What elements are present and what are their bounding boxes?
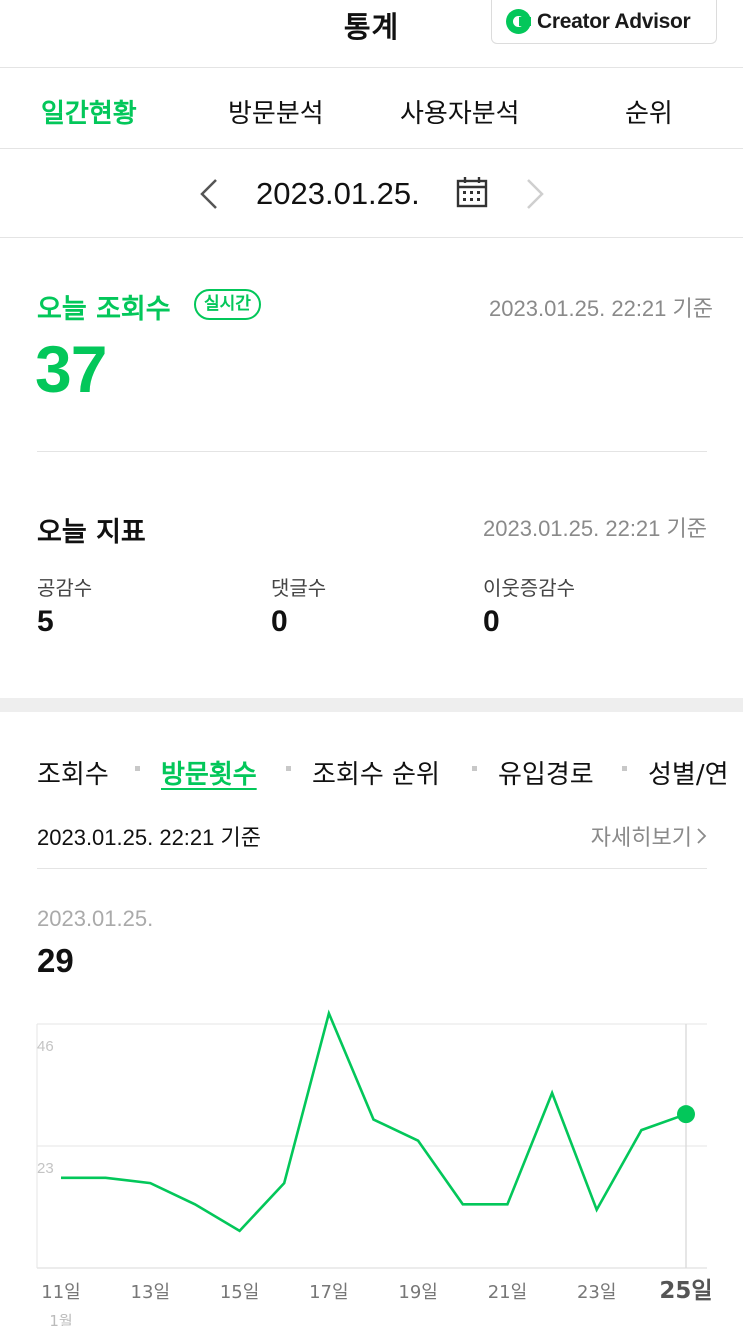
indicator-comments: 댓글수 0 <box>271 572 326 639</box>
x-tick-label: 15일 <box>220 1282 259 1303</box>
x-tick-label: 23일 <box>577 1282 616 1303</box>
today-views-label: 오늘 조회수 <box>37 294 171 325</box>
section-separator <box>0 698 743 712</box>
today-indicators-section: 오늘 지표 2023.01.25. 22:21 기준 공감수 5 댓글수 0 이… <box>0 452 743 698</box>
chart-tab-traffic-source[interactable]: 유입경로 <box>498 754 594 791</box>
tab-ranking[interactable]: 순위 <box>625 93 673 130</box>
month-label: 1월 <box>49 1312 72 1326</box>
tab-separator-dot <box>286 766 291 771</box>
chevron-right-icon <box>697 828 707 844</box>
visits-line-chart: 23 46 11일 13일 15일 17일 19일 21일 23일 25일 1월 <box>36 1009 713 1326</box>
chevron-left-icon[interactable] <box>196 176 224 212</box>
selected-value: 29 <box>37 942 74 979</box>
x-tick-label: 17일 <box>309 1282 348 1303</box>
indicator-label: 공감수 <box>37 576 93 600</box>
indicator-value: 0 <box>483 605 500 638</box>
today-views-timestamp: 2023.01.25. 22:21 기준 <box>489 296 713 321</box>
creator-advisor-button[interactable]: Creator Advisor <box>491 0 717 44</box>
chart-tabs: 조회수 방문횟수 조회수 순위 유입경로 성별/연 <box>0 712 743 802</box>
indicator-neighbor-change: 이웃증감수 0 <box>483 572 575 639</box>
creator-advisor-label: Creator Advisor <box>537 9 691 33</box>
today-views-count: 37 <box>35 332 107 406</box>
main-tabs: 일간현황 방문분석 사용자분석 순위 <box>0 69 743 149</box>
creator-advisor-logo-icon <box>506 9 531 34</box>
selected-date: 2023.01.25. <box>37 906 154 931</box>
indicator-label: 이웃증감수 <box>483 576 575 600</box>
chevron-right-icon[interactable] <box>520 176 548 212</box>
x-tick-label: 11일 <box>41 1282 80 1303</box>
y-tick-label: 46 <box>37 1038 54 1055</box>
tab-visit-analysis[interactable]: 방문분석 <box>228 93 324 130</box>
x-tick-label: 25일 <box>659 1278 712 1304</box>
tab-separator-dot <box>472 766 477 771</box>
today-indicators-timestamp: 2023.01.25. 22:21 기준 <box>483 516 707 541</box>
divider <box>37 868 707 869</box>
tab-daily-status[interactable]: 일간현황 <box>41 93 137 130</box>
app-header: 통계 Creator Advisor <box>0 0 743 68</box>
realtime-badge: 실시간 <box>194 289 261 320</box>
x-tick-label: 21일 <box>488 1282 527 1303</box>
date-selector: 2023.01.25. <box>0 150 743 238</box>
today-views-section: 오늘 조회수 실시간 2023.01.25. 22:21 기준 37 <box>0 239 743 451</box>
x-tick-label: 13일 <box>131 1282 170 1303</box>
y-tick-label: 23 <box>37 1160 54 1177</box>
series-line <box>61 1009 687 1233</box>
view-details-label: 자세히보기 <box>590 826 692 851</box>
tab-separator-dot <box>622 766 627 771</box>
highlighted-data-point <box>677 1105 695 1124</box>
view-details-link[interactable]: 자세히보기 <box>591 820 708 852</box>
today-indicators-title: 오늘 지표 <box>37 517 146 548</box>
chart-tab-view-ranking[interactable]: 조회수 순위 <box>312 754 440 791</box>
calendar-icon[interactable] <box>455 175 489 209</box>
x-tick-label: 19일 <box>398 1282 437 1303</box>
indicator-value: 5 <box>37 605 54 638</box>
indicator-value: 0 <box>271 605 288 638</box>
chart-tab-gender-age[interactable]: 성별/연 <box>648 754 729 791</box>
current-date: 2023.01.25. <box>256 176 420 211</box>
indicator-likes: 공감수 5 <box>37 572 92 639</box>
chart-basis-timestamp: 2023.01.25. 22:21 기준 <box>37 825 261 850</box>
tab-user-analysis[interactable]: 사용자분석 <box>400 93 520 130</box>
indicator-label: 댓글수 <box>271 576 327 600</box>
chart-tab-views[interactable]: 조회수 <box>37 754 109 791</box>
chart-tab-visits[interactable]: 방문횟수 <box>161 754 257 791</box>
tab-separator-dot <box>135 766 140 771</box>
